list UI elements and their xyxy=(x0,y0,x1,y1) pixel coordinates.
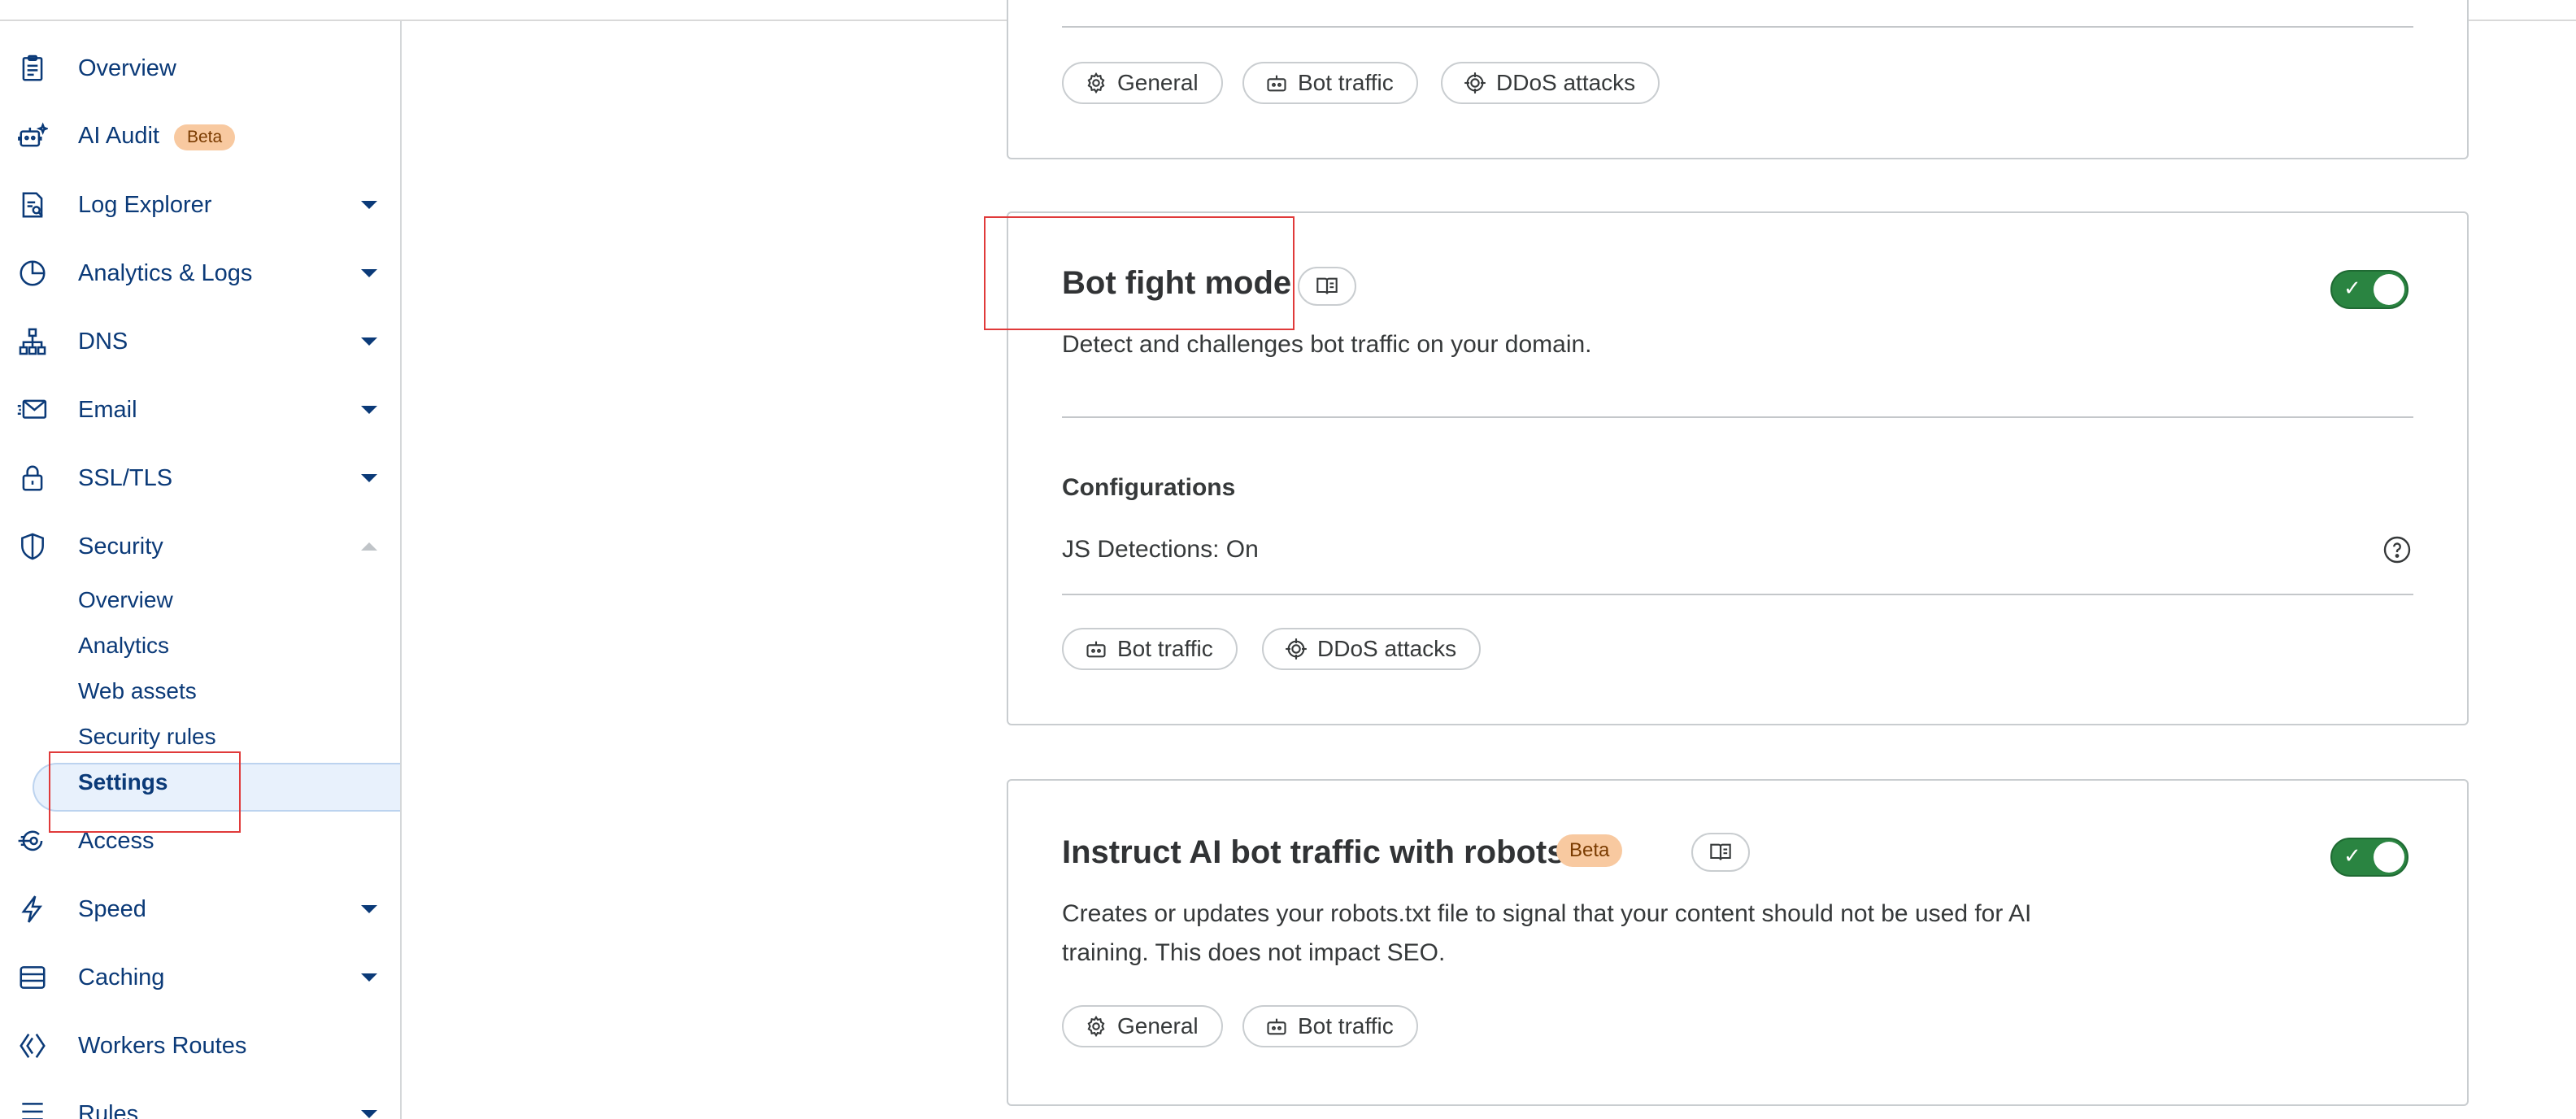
sidebar-item-ssl-tls[interactable]: SSL/TLS xyxy=(0,452,400,504)
toggle-knob xyxy=(2374,842,2404,873)
chevron-down-icon[interactable] xyxy=(361,201,377,209)
sidebar-item-speed[interactable]: Speed xyxy=(0,883,400,935)
robot-icon xyxy=(1086,641,1106,658)
sidebar-item-ai-audit[interactable]: AI Audit Beta xyxy=(0,111,400,163)
card-description-line-2: training. This does not impact SEO. xyxy=(1062,939,1446,966)
tag-bot-traffic[interactable]: Bot traffic xyxy=(1242,1005,1418,1047)
chevron-down-icon[interactable] xyxy=(361,1110,377,1118)
beta-badge: Beta xyxy=(173,124,236,150)
tag-general[interactable]: General xyxy=(1062,62,1223,104)
lock-icon xyxy=(16,462,49,494)
sidebar-item-label: Analytics & Logs xyxy=(78,259,253,286)
ai-robots-txt-card: Instruct AI bot traffic with robots.txt … xyxy=(1007,779,2469,1106)
lightning-icon xyxy=(16,893,49,925)
sidebar-item-label: Email xyxy=(78,396,137,423)
chevron-up-icon[interactable] xyxy=(361,542,377,551)
tag-bot-traffic[interactable]: Bot traffic xyxy=(1242,62,1418,104)
sidebar-item-caching[interactable]: Caching xyxy=(0,951,400,1004)
card-description: Detect and challenges bot traffic on you… xyxy=(1062,331,1592,358)
sidebar-item-access[interactable]: Access xyxy=(0,815,400,867)
robot-icon xyxy=(1267,75,1286,92)
sidebar-item-email[interactable]: Email xyxy=(0,384,400,436)
sub-item-security-rules[interactable]: Security rules xyxy=(78,724,216,750)
chevron-down-icon[interactable] xyxy=(361,337,377,346)
clipboard-icon xyxy=(16,52,49,85)
rules-icon xyxy=(16,1098,49,1119)
chevron-down-icon[interactable] xyxy=(361,406,377,414)
tag-general[interactable]: General xyxy=(1062,1005,1223,1047)
sidebar-item-label: DNS xyxy=(78,328,128,355)
configurations-heading: Configurations xyxy=(1062,474,1236,501)
envelope-icon xyxy=(16,394,49,426)
shield-icon xyxy=(16,530,49,563)
sidebar-item-label: Security xyxy=(78,533,163,560)
sidebar-item-overview[interactable]: Overview xyxy=(0,42,400,94)
log-explorer-icon xyxy=(16,189,49,221)
sidebar: Overview AI Audit Beta Log Explorer Analy… xyxy=(0,21,402,1119)
divider xyxy=(1062,416,2413,418)
check-icon: ✓ xyxy=(2343,276,2361,301)
help-icon[interactable] xyxy=(2382,535,2412,564)
sidebar-item-rules[interactable]: Rules xyxy=(0,1088,400,1119)
chevron-down-icon[interactable] xyxy=(361,973,377,982)
sidebar-item-label: Caching xyxy=(78,964,165,991)
book-icon xyxy=(1710,843,1731,860)
divider xyxy=(1062,26,2413,28)
sidebar-item-dns[interactable]: DNS xyxy=(0,316,400,368)
ai-robots-txt-toggle[interactable]: ✓ xyxy=(2330,838,2408,877)
sidebar-item-log-explorer[interactable]: Log Explorer xyxy=(0,179,400,231)
check-icon: ✓ xyxy=(2343,844,2361,869)
gear-icon xyxy=(1087,72,1105,94)
target-icon xyxy=(1286,638,1307,660)
divider xyxy=(1062,594,2413,595)
tag-ddos-attacks[interactable]: DDoS attacks xyxy=(1262,628,1482,670)
documentation-button[interactable] xyxy=(1298,267,1356,306)
sidebar-item-label: AI Audit Beta xyxy=(78,123,236,150)
chevron-down-icon[interactable] xyxy=(361,905,377,913)
sub-item-analytics[interactable]: Analytics xyxy=(78,633,169,659)
tag-ddos-attacks[interactable]: DDoS attacks xyxy=(1441,62,1660,104)
js-detections-status: JS Detections: On xyxy=(1062,536,1259,563)
beta-badge: Beta xyxy=(1556,834,1623,867)
gear-icon xyxy=(1087,1015,1105,1038)
robot-icon xyxy=(1267,1018,1286,1035)
sidebar-item-label: SSL/TLS xyxy=(78,464,173,491)
card-title: Bot fight mode xyxy=(1062,265,1292,301)
bot-fight-mode-card: Bot fight mode ✓ Detect and challenges b… xyxy=(1007,211,2469,725)
sub-item-overview[interactable]: Overview xyxy=(78,587,173,613)
documentation-button[interactable] xyxy=(1691,833,1750,872)
card-description-line-1: Creates or updates your robots.txt file … xyxy=(1062,900,2032,927)
sidebar-item-workers-routes[interactable]: Workers Routes xyxy=(0,1020,400,1072)
sidebar-item-label: Log Explorer xyxy=(78,191,212,218)
bot-fight-mode-toggle[interactable]: ✓ xyxy=(2330,270,2408,309)
workers-icon xyxy=(16,1030,49,1062)
toggle-knob xyxy=(2374,274,2404,305)
chevron-down-icon[interactable] xyxy=(361,269,377,277)
sidebar-item-label: Rules xyxy=(78,1100,139,1119)
book-icon xyxy=(1316,277,1338,294)
chevron-down-icon[interactable] xyxy=(361,474,377,482)
sub-item-settings[interactable]: Settings xyxy=(78,769,168,795)
sidebar-item-label: Overview xyxy=(78,54,176,81)
access-icon xyxy=(16,825,49,857)
sidebar-item-analytics-logs[interactable]: Analytics & Logs xyxy=(0,247,400,299)
caching-icon xyxy=(16,961,49,994)
sidebar-item-label: Workers Routes xyxy=(78,1032,247,1059)
robot-sparkle-icon xyxy=(16,120,49,153)
tag-bot-traffic[interactable]: Bot traffic xyxy=(1062,628,1238,670)
card-title: Instruct AI bot traffic with robots.txt xyxy=(1062,834,1614,870)
pie-chart-icon xyxy=(16,257,49,290)
settings-card-top: General Bot traffic DDoS attacks xyxy=(1007,0,2469,159)
sidebar-item-security[interactable]: Security xyxy=(0,520,400,573)
sidebar-item-label: Access xyxy=(78,827,154,854)
target-icon xyxy=(1464,72,1486,94)
sub-item-web-assets[interactable]: Web assets xyxy=(78,678,197,704)
sidebar-item-label: Speed xyxy=(78,895,146,922)
network-icon xyxy=(16,325,49,358)
